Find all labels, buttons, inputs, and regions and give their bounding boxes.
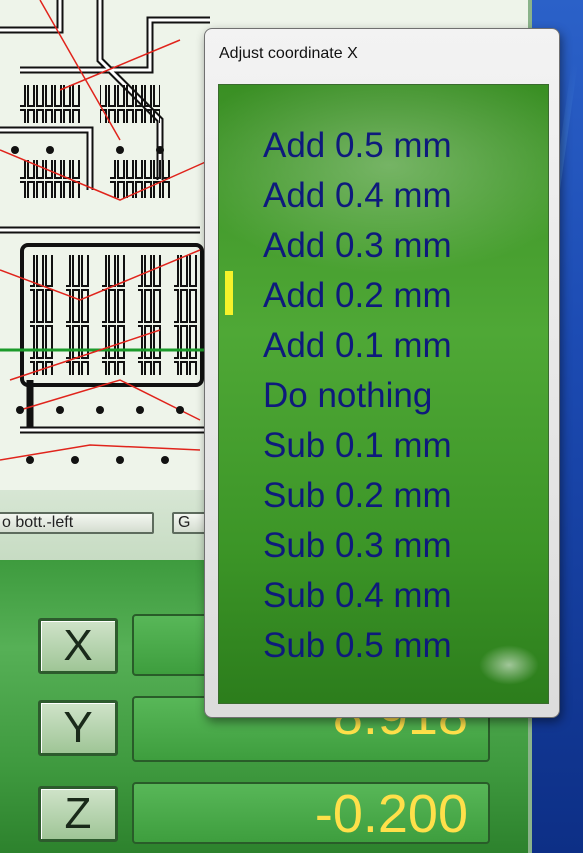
menu-item-sub-0-5[interactable]: Sub 0.5 mm	[219, 621, 548, 671]
x-axis-button[interactable]: X	[38, 618, 118, 674]
menu-item-sub-0-2[interactable]: Sub 0.2 mm	[219, 471, 548, 521]
menu-item-sub-0-4[interactable]: Sub 0.4 mm	[219, 571, 548, 621]
pcb-pad-array	[100, 85, 160, 123]
pcb-trace	[0, 0, 64, 34]
z-value-display: -0.200	[132, 782, 490, 844]
menu-item-do-nothing[interactable]: Do nothing	[219, 371, 548, 421]
menu-item-add-0-4[interactable]: Add 0.4 mm	[219, 171, 548, 221]
menu-item-add-0-3[interactable]: Add 0.3 mm	[219, 221, 548, 271]
menu-item-add-0-2[interactable]: Add 0.2 mm	[219, 271, 548, 321]
pcb-component-block	[20, 243, 204, 387]
bottom-left-button[interactable]: o bott.-left	[0, 512, 154, 534]
z-value: -0.200	[314, 784, 468, 844]
menu-item-add-0-1[interactable]: Add 0.1 mm	[219, 321, 548, 371]
dialog-title: Adjust coordinate X	[219, 45, 358, 62]
menu-item-sub-0-3[interactable]: Sub 0.3 mm	[219, 521, 548, 571]
pcb-pad-array	[110, 160, 170, 198]
menu-item-sub-0-1[interactable]: Sub 0.1 mm	[219, 421, 548, 471]
pcb-pad-array	[20, 85, 80, 123]
menu-item-add-0-5[interactable]: Add 0.5 mm	[219, 121, 548, 171]
dialog-menu-panel: Add 0.5 mm Add 0.4 mm Add 0.3 mm Add 0.2…	[218, 84, 549, 704]
z-axis-button[interactable]: Z	[38, 786, 118, 842]
y-axis-button[interactable]: Y	[38, 700, 118, 756]
adjust-coordinate-dialog: Adjust coordinate X Add 0.5 mm Add 0.4 m…	[204, 28, 560, 718]
adjust-menu: Add 0.5 mm Add 0.4 mm Add 0.3 mm Add 0.2…	[219, 121, 548, 671]
